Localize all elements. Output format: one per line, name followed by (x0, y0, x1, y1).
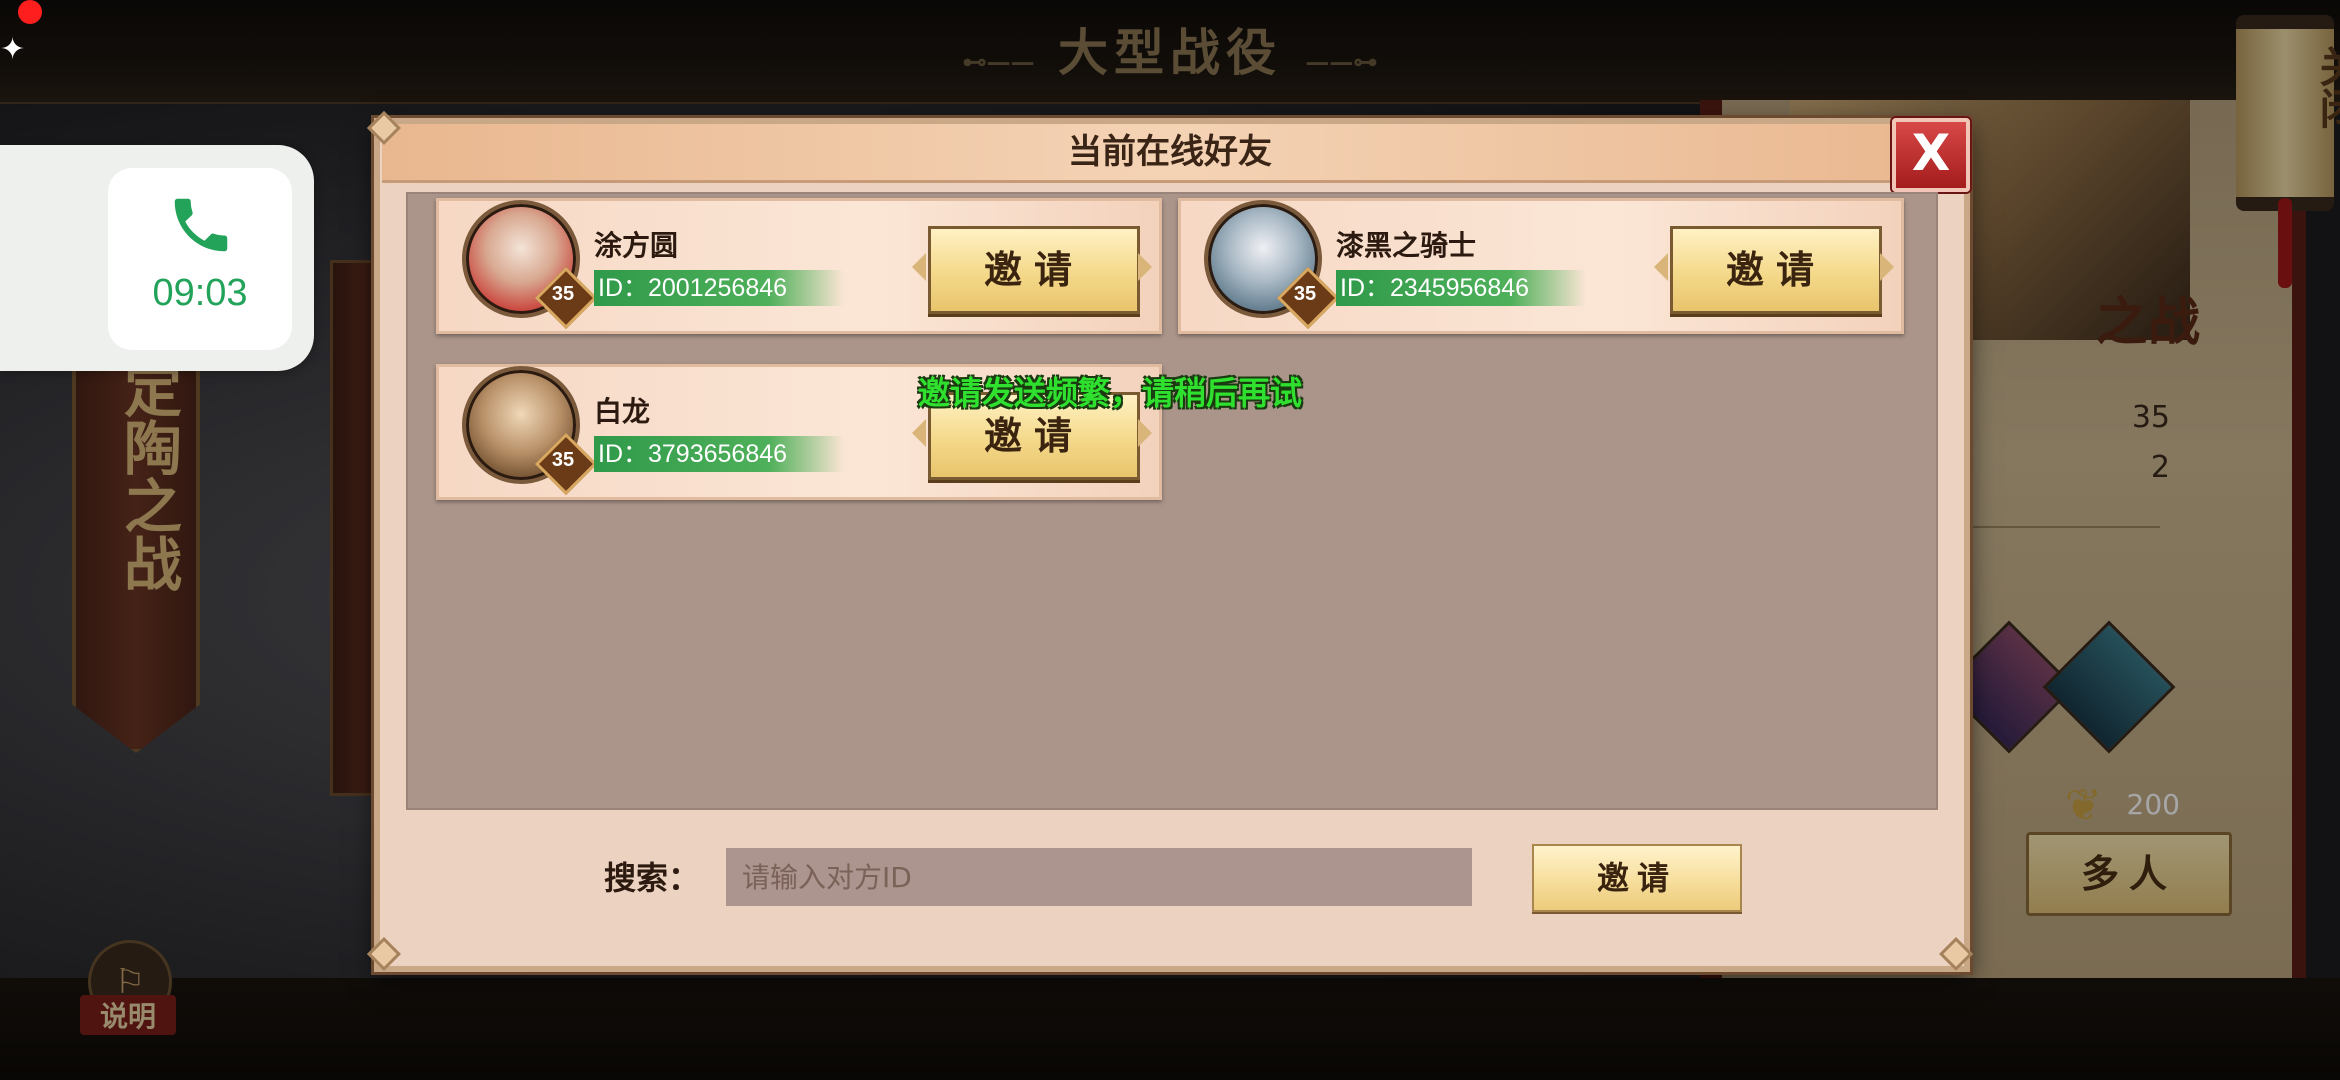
sparkle-icon: ✦ (0, 32, 26, 67)
friend-id: ID：3793656846 (598, 440, 788, 468)
level-text: 35 (551, 283, 575, 305)
friend-name: 白龙 (594, 395, 651, 428)
friend-name: 漆黑之骑士 (1336, 229, 1477, 262)
friend-id: ID：2345956846 (1340, 274, 1530, 302)
arrow-left-icon (1654, 253, 1668, 281)
invite-button[interactable]: 邀请 (928, 226, 1140, 314)
friend-name: 涂方圆 (594, 229, 679, 262)
arrow-right-icon (1880, 253, 1894, 281)
level-text: 35 (1293, 283, 1317, 305)
recording-indicator (18, 0, 42, 24)
friend-id: ID：2001256846 (598, 274, 788, 302)
phone-icon (174, 198, 228, 252)
arrow-left-icon (912, 419, 926, 447)
friend-id-search-input[interactable] (726, 848, 1472, 906)
toast-message: 邀请发送频繁，请稍后再试 (918, 374, 1303, 412)
arrow-right-icon (1138, 419, 1152, 447)
search-invite-button[interactable]: 邀请 (1532, 844, 1742, 912)
arrow-left-icon (912, 253, 926, 281)
invite-button[interactable]: 邀请 (1670, 226, 1882, 314)
level-text: 35 (551, 449, 575, 471)
dialog-title: 当前在线好友 (1068, 132, 1272, 172)
search-label: 搜索： (604, 859, 701, 897)
arrow-right-icon (1138, 253, 1152, 281)
close-button[interactable]: X (1892, 118, 1970, 192)
call-duration: 09:03 (152, 272, 248, 314)
